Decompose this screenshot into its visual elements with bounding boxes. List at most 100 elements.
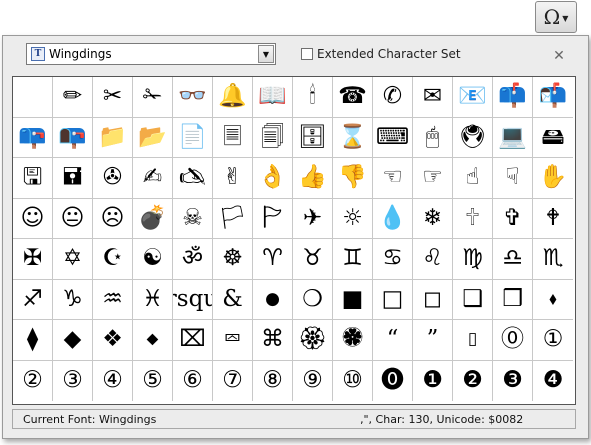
glyph-cell[interactable]: ⑧ [253, 360, 293, 401]
glyph-cell[interactable]: ☼ [333, 198, 373, 239]
glyph-cell[interactable]: ◻ [413, 279, 453, 320]
glyph-cell[interactable]: ♉ [293, 239, 333, 280]
glyph-cell[interactable]: ☎ [333, 77, 373, 118]
close-icon[interactable]: ✕ [551, 48, 567, 64]
glyph-cell[interactable]: 💧 [373, 198, 413, 239]
glyph-cell[interactable]: 🖴 [533, 118, 573, 158]
glyph-cell[interactable]: ❖ [93, 320, 133, 361]
glyph-cell[interactable]: ✈ [293, 198, 333, 239]
glyph-cell[interactable]: ♑ [53, 279, 93, 320]
glyph-cell[interactable]: 🏱 [253, 198, 293, 239]
glyph-cell[interactable]: ✡ [53, 239, 93, 280]
glyph-cell[interactable]: ⑩ [333, 360, 373, 401]
glyph-cell[interactable]: 🕯 [293, 77, 333, 118]
glyph-cell[interactable]: 💻 [493, 117, 533, 158]
glyph-cell[interactable]: 🏶 [333, 320, 373, 361]
glyph-cell[interactable]: ⓪ [493, 320, 533, 361]
glyph-cell[interactable]: ✌ [213, 158, 253, 199]
glyph-cell[interactable]: ⌘ [253, 320, 293, 361]
glyph-cell[interactable]: ⑤ [133, 360, 173, 401]
glyph-cell[interactable]: 👎 [333, 158, 373, 199]
glyph-cell[interactable]: ” [413, 320, 453, 361]
glyph-cell[interactable]: ⑥ [173, 360, 213, 401]
glyph-cell[interactable]: 🗐 [253, 117, 293, 158]
glyph-cell[interactable]: 📧 [453, 77, 493, 118]
glyph-cell[interactable]: ☠ [173, 198, 213, 239]
glyph-cell[interactable]: ☟ [493, 158, 533, 199]
glyph-cell[interactable]: ③ [53, 360, 93, 401]
glyph-cell[interactable]: ■ [333, 279, 373, 320]
glyph-cell[interactable]: 😐 [53, 198, 93, 239]
glyph-cell[interactable]: ☹ [93, 198, 133, 239]
glyph-cell[interactable]: ♍ [453, 239, 493, 280]
glyph-cell[interactable]: ✁ [133, 77, 173, 118]
glyph-cell[interactable]: ☪ [93, 239, 133, 280]
glyph-cell[interactable]: ♓ [133, 279, 173, 320]
glyph-cell[interactable]: ✉ [413, 77, 453, 118]
glyph-cell[interactable]: 📂 [133, 117, 173, 158]
glyph-cell[interactable]: 👌 [253, 158, 293, 199]
glyph-cell[interactable]: ● [253, 279, 293, 320]
glyph-cell[interactable]: ⓿ [373, 360, 413, 401]
glyph-cell[interactable]: ☸ [213, 239, 253, 280]
checkbox-box[interactable] [301, 48, 313, 60]
glyph-cell[interactable]: ☯ [133, 239, 173, 280]
glyph-cell[interactable]: ⑨ [293, 360, 333, 401]
glyph-cell[interactable]: ④ [93, 360, 133, 401]
glyph-cell[interactable]: 📬 [533, 77, 573, 118]
glyph-cell[interactable]: ⧫ [13, 320, 53, 361]
glyph-cell[interactable]: ♒ [93, 279, 133, 320]
glyph-cell[interactable]: “ [373, 320, 413, 361]
glyph-cell[interactable]: 📖 [253, 77, 293, 118]
glyph-cell[interactable]: ❄ [413, 198, 453, 239]
glyph-cell[interactable]: 🗄 [293, 117, 333, 158]
glyph-cell[interactable]: 🕆 [453, 198, 493, 239]
glyph-cell[interactable]: ♎ [493, 239, 533, 280]
glyph-cell[interactable]: ⑦ [213, 360, 253, 401]
glyph-cell[interactable]: ⌛ [333, 117, 373, 158]
glyph-cell[interactable]: 🖱 [413, 117, 453, 158]
glyph-cell[interactable]: ❍ [293, 279, 333, 320]
glyph-cell[interactable]: ✇ [93, 158, 133, 199]
glyph-cell[interactable]: ❑ [453, 279, 493, 320]
glyph-cell[interactable]: ♌ [413, 239, 453, 280]
glyph-cell[interactable]: ✆ [373, 77, 413, 118]
glyph-cell[interactable]: ❷ [453, 360, 493, 401]
glyph-cell[interactable]: & [213, 279, 253, 320]
extended-character-set-checkbox[interactable]: Extended Character Set [301, 47, 461, 61]
glyph-cell[interactable]: 📄 [173, 117, 213, 158]
glyph-cell[interactable]: ② [13, 360, 53, 401]
glyph-cell[interactable]: 🔔 [213, 77, 253, 118]
glyph-cell[interactable]: 🖲 [453, 117, 493, 158]
glyph-cell[interactable]: ✠ [13, 239, 53, 280]
glyph-cell[interactable]: &rsquo; [173, 279, 213, 320]
glyph-cell[interactable]: 🗏 [213, 117, 253, 158]
glyph-cell[interactable]: ⌧ [173, 320, 213, 361]
glyph-cell[interactable]: 💣 [133, 198, 173, 239]
glyph-cell[interactable]: 🏵 [293, 320, 333, 361]
glyph-cell[interactable]: 🖫 [13, 158, 53, 199]
glyph-cell[interactable]: ✋ [533, 158, 573, 199]
glyph-cell[interactable]: ⌨ [373, 117, 413, 158]
glyph-cell[interactable]: ♊ [333, 239, 373, 280]
glyph-cell[interactable]: ◆ [53, 320, 93, 361]
glyph-cell[interactable]: ▯ [453, 320, 493, 361]
glyph-cell[interactable]: ❒ [493, 279, 533, 320]
glyph-cell[interactable]: ♈ [253, 239, 293, 280]
glyph-cell[interactable]: ☜ [373, 158, 413, 199]
glyph-cell[interactable]: ☝ [453, 158, 493, 199]
glyph-cell[interactable]: ❶ [413, 360, 453, 401]
glyph-cell[interactable] [13, 77, 53, 118]
chevron-down-icon[interactable]: ▼ [258, 45, 274, 63]
glyph-cell[interactable]: ⮹ [213, 320, 253, 361]
glyph-cell[interactable]: ☞ [413, 158, 453, 199]
glyph-cell[interactable]: ♋ [373, 239, 413, 280]
glyph-cell[interactable]: ॐ [173, 239, 213, 280]
glyph-cell[interactable]: 👓 [173, 77, 213, 118]
glyph-cell[interactable]: ⬥ [133, 320, 173, 361]
glyph-cell[interactable]: ☺ [13, 198, 53, 239]
glyph-cell[interactable]: □ [373, 279, 413, 320]
glyph-cell[interactable]: ♏ [533, 239, 573, 280]
glyph-cell[interactable]: ✂ [93, 77, 133, 118]
glyph-cell[interactable]: ✏ [53, 77, 93, 118]
